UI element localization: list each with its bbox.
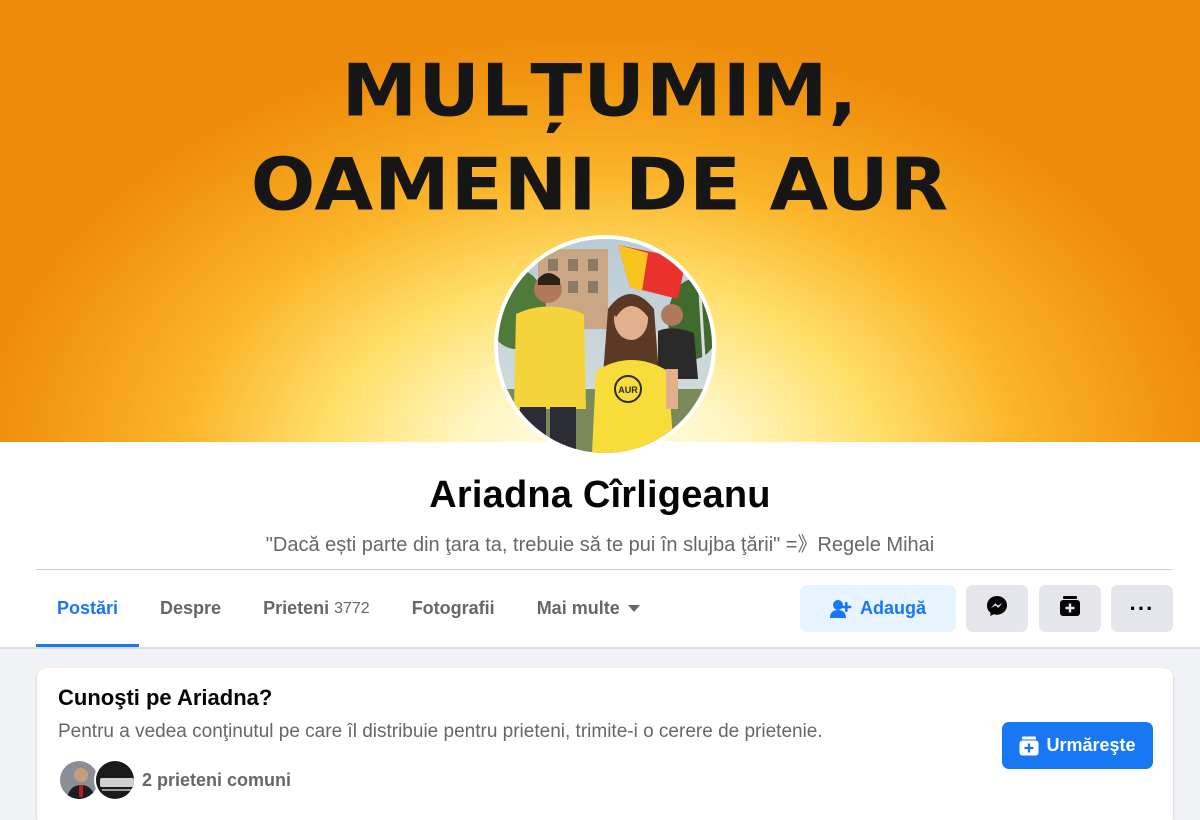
more-dots-icon: ··· bbox=[1129, 595, 1155, 621]
contact-card-button[interactable] bbox=[1039, 585, 1101, 632]
messenger-icon bbox=[986, 595, 1008, 622]
message-button[interactable] bbox=[966, 585, 1028, 632]
add-friend-label: Adaugă bbox=[859, 598, 926, 618]
tab-about[interactable]: Despre bbox=[139, 570, 242, 647]
follow-button[interactable]: Urmăreşte bbox=[1002, 722, 1153, 769]
header-bottom-border bbox=[0, 647, 1200, 649]
profile-avatar[interactable]: AUR bbox=[494, 235, 716, 457]
mutual-friend-avatar[interactable] bbox=[94, 759, 136, 801]
add-friend-icon bbox=[829, 599, 852, 619]
card-description: Pentru a vedea conţinutul pe care îl dis… bbox=[58, 721, 823, 742]
profile-photo: AUR bbox=[498, 239, 712, 453]
tab-label: Despre bbox=[160, 598, 222, 618]
tab-more[interactable]: Mai multe bbox=[516, 570, 661, 647]
more-options-button[interactable]: ··· bbox=[1111, 585, 1173, 632]
cover-text-line-1: MULȚUMIM, bbox=[341, 48, 859, 133]
tab-label: Fotografii bbox=[411, 598, 495, 618]
friends-count: 3772 bbox=[334, 599, 370, 617]
follow-label: Urmăreşte bbox=[1046, 735, 1136, 755]
contact-card-icon bbox=[1059, 595, 1081, 622]
card-title: Cunoşti pe Ariadna? bbox=[58, 685, 273, 710]
caret-down-icon bbox=[627, 605, 640, 612]
profile-bio: "Dacă ești parte din ţara ta, trebuie să… bbox=[265, 534, 935, 556]
tab-friends[interactable]: Prieteni 3772 bbox=[242, 570, 391, 647]
tab-label: Prieteni bbox=[263, 598, 330, 618]
profile-page: MULȚUMIM, OAMENI DE AUR AUR Ariadna Cîrl… bbox=[0, 0, 1200, 820]
follow-icon bbox=[1019, 736, 1039, 756]
tab-label: Mai multe bbox=[536, 598, 620, 618]
svg-text:AUR: AUR bbox=[618, 385, 638, 395]
cover-text-line-2: OAMENI DE AUR bbox=[250, 142, 950, 227]
friend-suggestion-card: Cunoşti pe Ariadna? Pentru a vedea conţi… bbox=[37, 668, 1173, 820]
add-friend-button[interactable]: Adaugă bbox=[800, 585, 956, 632]
tab-posts[interactable]: Postări bbox=[36, 570, 140, 647]
tab-photos[interactable]: Fotografii bbox=[391, 570, 516, 647]
profile-tabs: Postări Despre Prieteni 3772 Fotografii … bbox=[36, 570, 661, 647]
mutual-friends[interactable]: 2 prieteni comuni bbox=[58, 759, 291, 801]
mutual-friends-label: 2 prieteni comuni bbox=[142, 769, 292, 790]
profile-name: Ariadna Cîrligeanu bbox=[429, 474, 771, 516]
tab-label: Postări bbox=[57, 598, 119, 618]
